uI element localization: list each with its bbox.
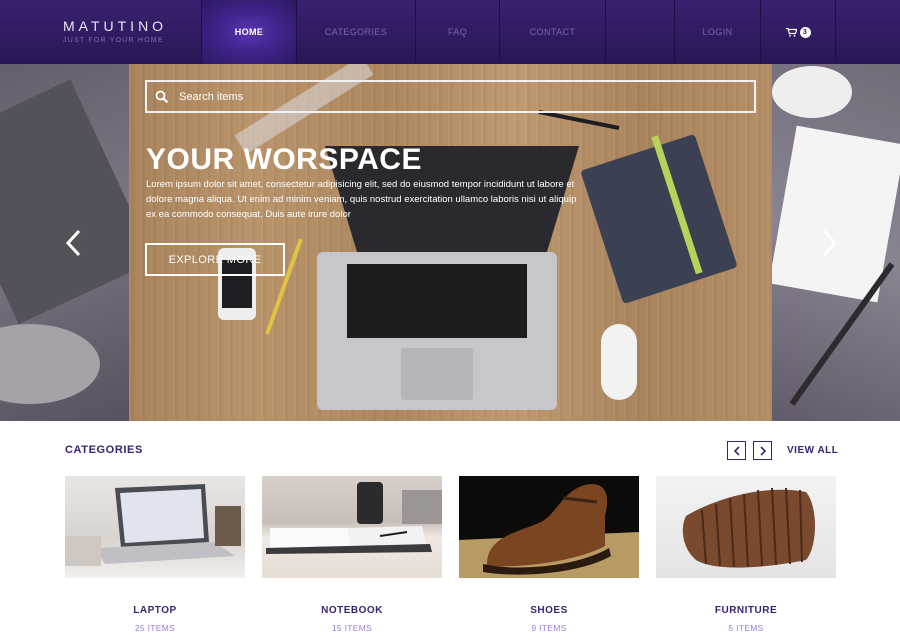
category-card-shoes[interactable]: SHOES 9 ITEMS [459,476,639,633]
cart-button[interactable]: 3 [760,0,835,64]
category-count: 15 ITEMS [331,623,373,633]
cart-count-badge: 3 [799,26,811,38]
category-name: SHOES [530,605,568,616]
slider-next-arrow[interactable] [818,228,840,258]
shoes-image[interactable] [459,476,639,578]
category-card-laptop[interactable]: LAPTOP 25 ITEMS [65,476,245,633]
hero-description: Lorem ipsum dolor sit amet, consectetur … [146,179,577,220]
nav-divider [835,0,836,64]
hero-title: YOUR WORSPACE [146,143,422,176]
nav-categories[interactable]: CATEGORIES [296,0,415,64]
category-card-furniture[interactable]: FURNITURE 5 ITEMS [656,476,836,633]
nav-faq[interactable]: FAQ [415,0,499,64]
top-navbar: MATUTINO JUST FOR YOUR HOME HOME CATEGOR… [0,0,900,64]
category-count: 25 ITEMS [134,623,176,633]
categories-prev-button[interactable] [727,441,746,460]
chevron-right-icon [822,229,838,257]
chevron-right-icon [759,445,766,456]
categories-heading: CATEGORIES [65,444,143,456]
cart-icon [785,27,797,37]
furniture-image[interactable] [656,476,836,578]
laptop-image[interactable] [65,476,245,578]
notebook-image[interactable] [262,476,442,578]
explore-more-button[interactable]: EXPLORE MORE [145,243,285,276]
search-bar [145,80,756,113]
category-count: 5 ITEMS [728,623,764,633]
category-card-notebook[interactable]: NOTEBOOK 15 ITEMS [262,476,442,633]
hero-slider [0,64,900,421]
chevron-left-icon [733,445,740,456]
nav-spacer [605,0,674,64]
view-all-link[interactable]: VIEW ALL [787,445,838,456]
nav-login[interactable]: LOGIN [674,0,760,64]
nav-contact[interactable]: CONTACT [499,0,605,64]
category-name: NOTEBOOK [321,605,383,616]
chevron-left-icon [65,229,81,257]
search-input[interactable] [179,90,754,103]
search-icon[interactable] [155,90,169,104]
nav-home[interactable]: HOME [201,0,296,64]
category-name: LAPTOP [133,605,177,616]
slider-prev-arrow[interactable] [63,228,85,258]
category-count: 9 ITEMS [531,623,567,633]
brand-logo[interactable]: MATUTINO JUST FOR YOUR HOME [63,18,167,44]
categories-next-button[interactable] [753,441,772,460]
brand-name: MATUTINO [63,18,168,34]
brand-tagline: JUST FOR YOUR HOME [63,37,164,44]
category-name: FURNITURE [714,605,778,616]
